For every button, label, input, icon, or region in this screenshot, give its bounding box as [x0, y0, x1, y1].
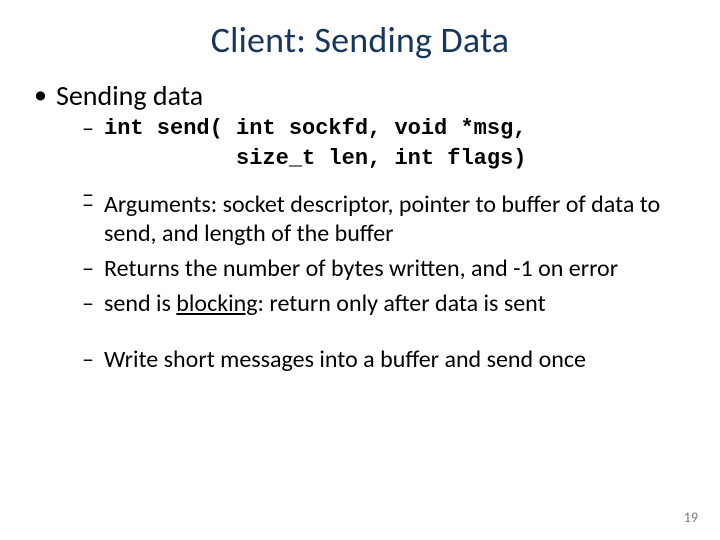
sub-arguments: Arguments: socket descriptor, pointer to… — [82, 190, 690, 249]
slide: Client: Sending Data Sending data int se… — [0, 0, 720, 540]
sub-blocking-pre: send is — [104, 289, 176, 318]
page-number: 19 — [684, 509, 698, 526]
slide-title: Client: Sending Data — [30, 18, 690, 62]
bullet-sending-data-text: Sending data — [56, 78, 203, 113]
sub-blocking: send is blocking: return only after data… — [82, 289, 690, 318]
sub-write-buffer: Write short messages into a buffer and s… — [82, 345, 690, 374]
sub-blocking-word: blocking — [176, 289, 257, 318]
bullet-list-level2: int send( int sockfd, void *msg, size_t … — [56, 114, 690, 374]
bullet-sending-data: Sending data int send( int sockfd, void … — [32, 80, 690, 374]
code-line-2: size_t len, int flags) — [104, 144, 690, 174]
sub-blocking-post: : return only after data is sent — [258, 289, 546, 318]
code-line-1: int send( int sockfd, void *msg, — [104, 114, 690, 144]
sub-arguments-text: Arguments: socket descriptor, pointer to… — [104, 190, 660, 248]
sub-write-buffer-text: Write short messages into a buffer and s… — [104, 345, 586, 374]
spacer — [82, 180, 690, 190]
bullet-list-level1: Sending data int send( int sockfd, void … — [30, 80, 690, 374]
sub-returns: Returns the number of bytes written, and… — [82, 254, 690, 283]
code-signature-item: int send( int sockfd, void *msg, size_t … — [82, 114, 690, 173]
sub-returns-text: Returns the number of bytes written, and… — [104, 254, 618, 283]
